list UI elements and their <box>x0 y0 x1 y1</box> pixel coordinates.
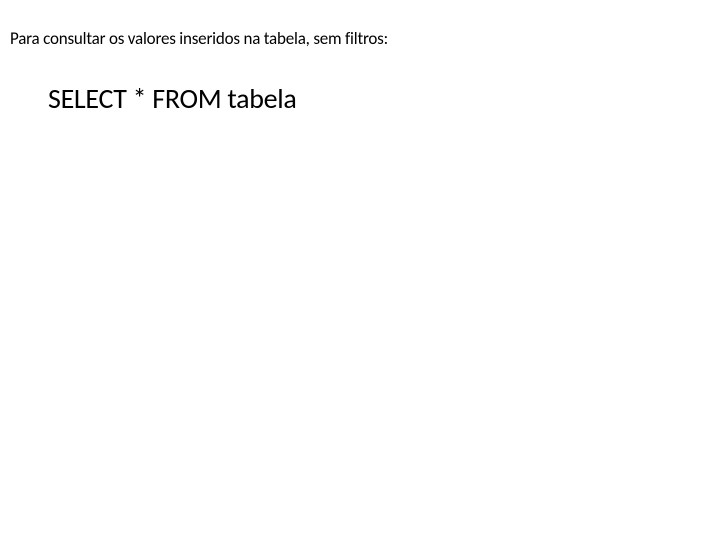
sql-code-example: SELECT * FROM tabela <box>0 49 720 116</box>
instruction-text: Para consultar os valores inseridos na t… <box>0 0 720 49</box>
